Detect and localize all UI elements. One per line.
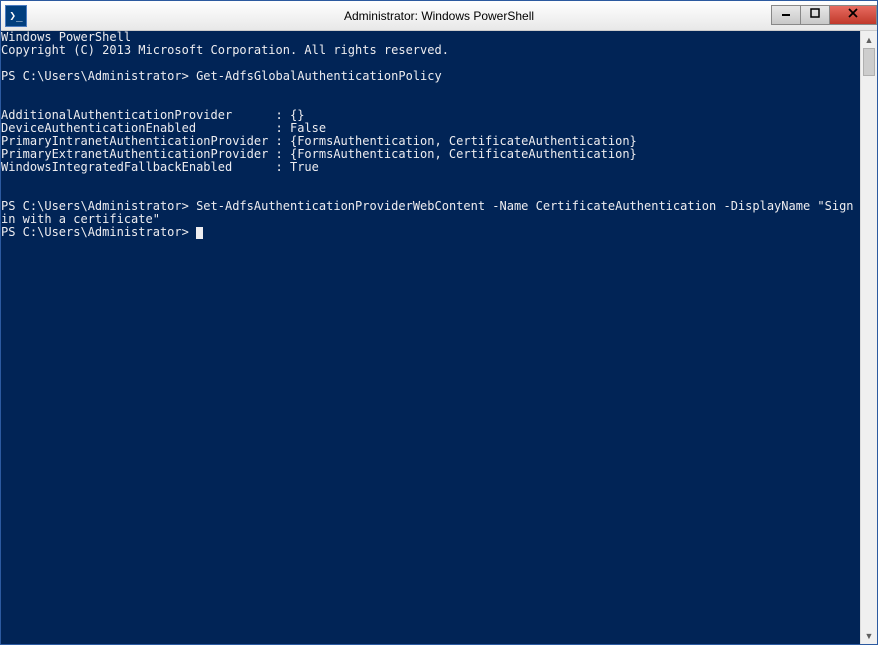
maximize-icon <box>810 8 820 21</box>
powershell-icon: ❯_ <box>5 5 27 27</box>
titlebar[interactable]: ❯_ Administrator: Windows PowerShell <box>1 1 877 31</box>
text-cursor <box>196 227 203 239</box>
output-line: WindowsIntegratedFallbackEnabled : True <box>1 160 319 174</box>
command-text: Get-AdfsGlobalAuthenticationPolicy <box>196 69 442 83</box>
console-line: Copyright (C) 2013 Microsoft Corporation… <box>1 43 449 57</box>
ps-prompt: PS C:\Users\Administrator> <box>1 199 196 213</box>
output-line: AdditionalAuthenticationProvider : {} <box>1 108 304 122</box>
icon-glyph: ❯_ <box>9 9 22 22</box>
close-button[interactable] <box>829 5 877 25</box>
ps-prompt: PS C:\Users\Administrator> <box>1 69 196 83</box>
minimize-icon <box>781 8 791 21</box>
output-line: DeviceAuthenticationEnabled : False <box>1 121 326 135</box>
minimize-button[interactable] <box>771 5 801 25</box>
client-area: Windows PowerShell Copyright (C) 2013 Mi… <box>1 31 877 644</box>
powershell-window: ❯_ Administrator: Windows PowerShell Win… <box>0 0 878 645</box>
output-line: PrimaryIntranetAuthenticationProvider : … <box>1 134 637 148</box>
console-output[interactable]: Windows PowerShell Copyright (C) 2013 Mi… <box>1 31 860 644</box>
vertical-scrollbar[interactable]: ▲ ▼ <box>860 31 877 644</box>
window-title: Administrator: Windows PowerShell <box>344 9 534 23</box>
window-controls <box>772 5 877 27</box>
close-icon <box>848 8 858 21</box>
scroll-track[interactable] <box>861 48 877 627</box>
chevron-down-icon: ▼ <box>865 631 874 641</box>
output-line: PrimaryExtranetAuthenticationProvider : … <box>1 147 637 161</box>
maximize-button[interactable] <box>800 5 830 25</box>
scroll-thumb[interactable] <box>863 48 875 76</box>
ps-prompt: PS C:\Users\Administrator> <box>1 225 196 239</box>
scroll-down-button[interactable]: ▼ <box>861 627 877 644</box>
chevron-up-icon: ▲ <box>865 35 874 45</box>
scroll-up-button[interactable]: ▲ <box>861 31 877 48</box>
